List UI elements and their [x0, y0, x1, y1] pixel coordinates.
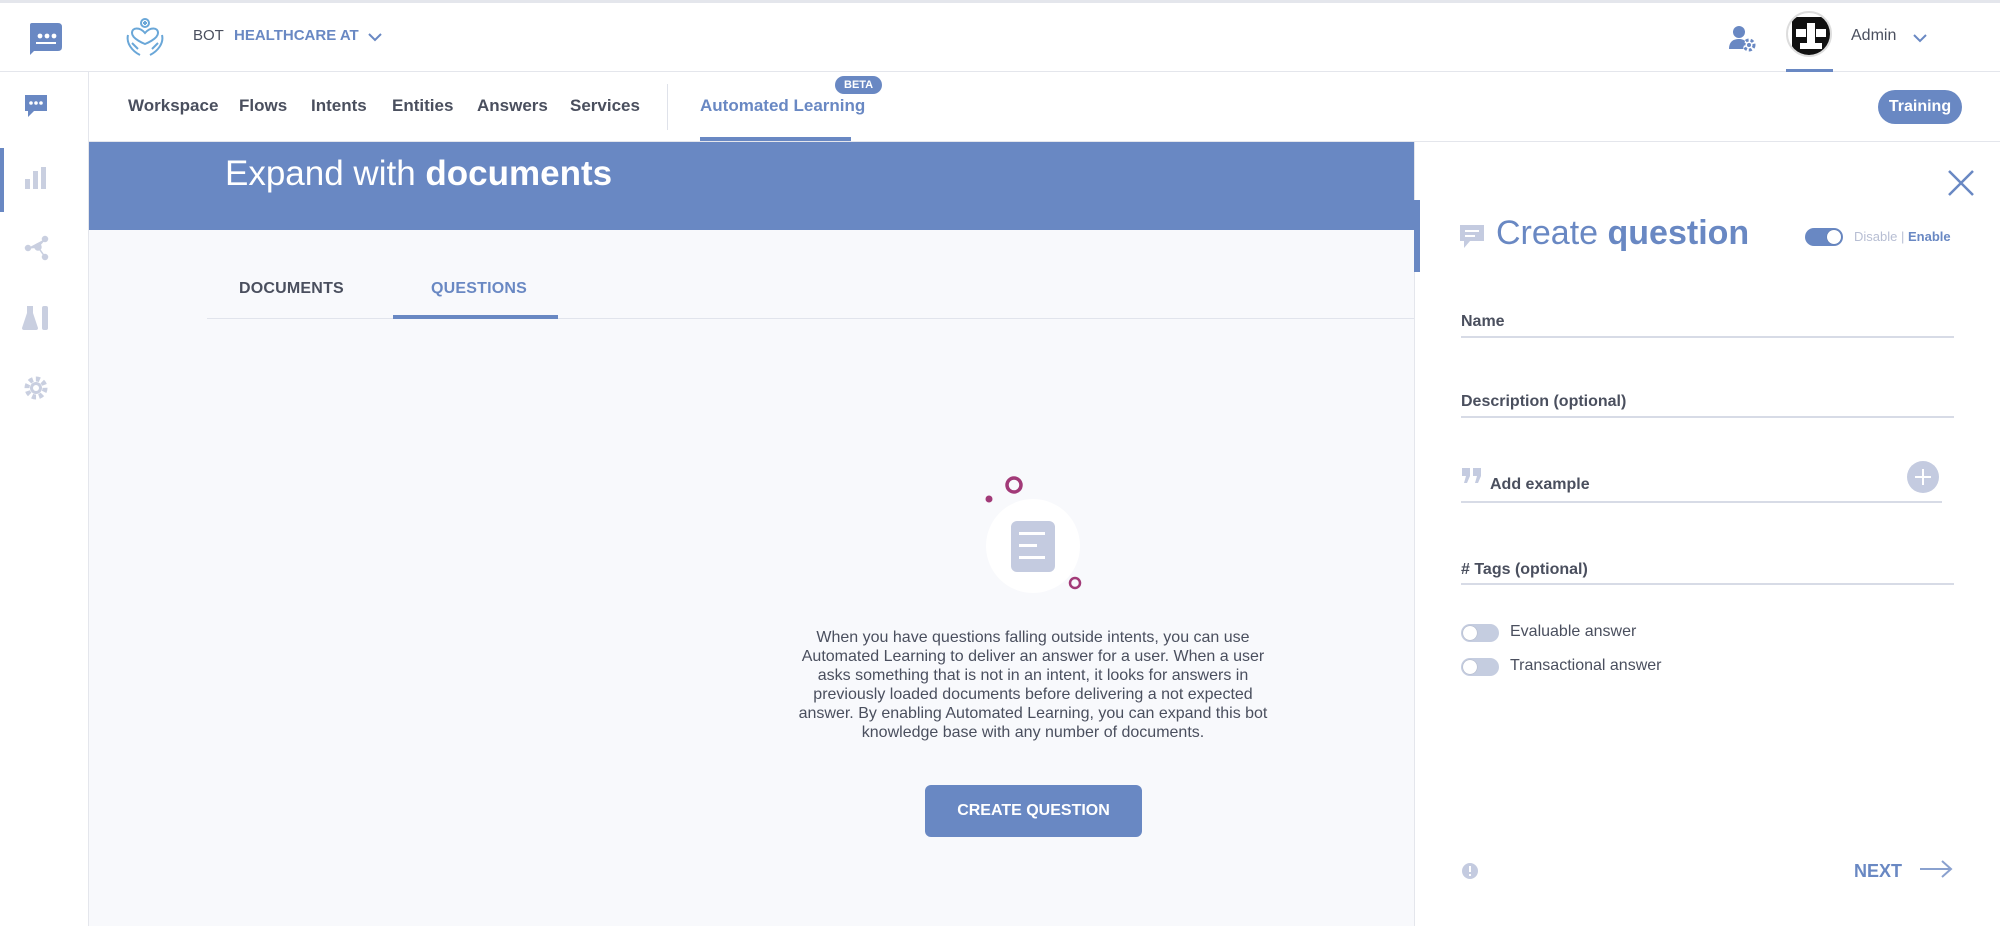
arrow-right-icon[interactable]	[1918, 858, 1954, 880]
panel-title-bold: question	[1607, 214, 1750, 252]
nav-answers[interactable]: Answers	[477, 96, 548, 116]
toggle-separator: |	[1900, 229, 1905, 244]
description-field-underline	[1461, 416, 1954, 418]
transactional-answer-label: Transactional answer	[1510, 657, 1662, 674]
tags-field-underline	[1461, 583, 1954, 585]
create-question-panel	[1414, 142, 2000, 926]
evaluable-answer-label: Evaluable answer	[1510, 623, 1637, 640]
page-title-light: Expand with	[225, 154, 416, 193]
nav-divider	[667, 84, 668, 130]
section-nav: Workspace Flows Intents Entities Answers…	[89, 72, 2000, 142]
close-icon[interactable]	[1946, 168, 1976, 198]
top-header: BOT HEALTHCARE AT Admin	[0, 0, 2000, 72]
enable-toggle[interactable]	[1805, 228, 1843, 246]
next-button[interactable]: NEXT	[1854, 861, 1902, 882]
user-name[interactable]: Admin	[1851, 27, 1896, 45]
panel-accent-bar	[1414, 200, 1420, 272]
evaluable-answer-toggle[interactable]	[1461, 624, 1499, 642]
beta-badge: BETA	[835, 76, 883, 94]
tab-questions[interactable]: QUESTIONS	[431, 280, 527, 298]
bar-chart-icon[interactable]	[18, 160, 54, 196]
tabs-baseline	[207, 318, 1414, 319]
nav-entities[interactable]: Entities	[392, 96, 453, 116]
speech-bubble-icon	[1458, 222, 1488, 252]
chat-icon[interactable]	[18, 88, 54, 124]
empty-state-message: When you have questions falling outside …	[798, 629, 1268, 741]
add-example-field-label[interactable]: Add example	[1490, 476, 1590, 494]
nav-flows[interactable]: Flows	[239, 96, 287, 116]
main-content	[89, 230, 1414, 926]
panel-title-light: Create	[1496, 214, 1599, 252]
empty-state-illustration	[970, 470, 1090, 594]
nav-services[interactable]: Services	[570, 96, 640, 116]
nav-automated-learning[interactable]: Automated Learning	[700, 96, 865, 116]
description-field-label[interactable]: Description (optional)	[1461, 393, 1626, 411]
left-rail	[0, 72, 89, 926]
bot-prefix: BOT	[193, 27, 224, 44]
page-title-bold: documents	[425, 154, 613, 193]
page-title: Expand with documents	[225, 154, 612, 194]
healthcare-hands-icon	[122, 13, 168, 59]
name-field-label[interactable]: Name	[1461, 313, 1505, 331]
network-nodes-icon[interactable]	[18, 230, 54, 266]
disable-label: Disable	[1854, 229, 1898, 244]
rail-active-indicator	[0, 148, 4, 212]
bot-chevron-down-icon[interactable]	[367, 31, 383, 43]
training-button[interactable]: Training	[1878, 90, 1962, 124]
app-logo-icon[interactable]	[26, 17, 66, 57]
user-chevron-down-icon[interactable]	[1912, 32, 1928, 44]
transactional-answer-toggle[interactable]	[1461, 658, 1499, 676]
tags-field-label[interactable]: # Tags (optional)	[1461, 561, 1588, 579]
page-banner: Expand with documents	[89, 142, 1414, 230]
nav-workspace[interactable]: Workspace	[128, 96, 218, 116]
tab-documents[interactable]: DOCUMENTS	[239, 280, 344, 298]
info-alert-icon[interactable]	[1461, 862, 1479, 880]
panel-title: Create question	[1496, 214, 1749, 253]
nav-intents[interactable]: Intents	[311, 96, 367, 116]
nav-active-underline	[700, 137, 851, 141]
lab-flask-icon[interactable]	[18, 300, 54, 336]
add-example-plus-icon[interactable]	[1906, 460, 1940, 494]
tab-active-underline	[393, 315, 558, 319]
add-example-underline	[1461, 501, 1942, 503]
user-settings-icon[interactable]	[1727, 23, 1757, 53]
gear-icon[interactable]	[18, 370, 54, 406]
quote-icon	[1461, 467, 1483, 485]
avatar[interactable]	[1786, 11, 1832, 57]
create-question-button[interactable]: CREATE QUESTION	[925, 785, 1142, 837]
bot-name[interactable]: HEALTHCARE AT	[234, 27, 359, 44]
enable-toggle-labels: Disable | Enable	[1854, 229, 1951, 244]
enable-label: Enable	[1908, 229, 1951, 244]
name-field-underline	[1461, 336, 1954, 338]
